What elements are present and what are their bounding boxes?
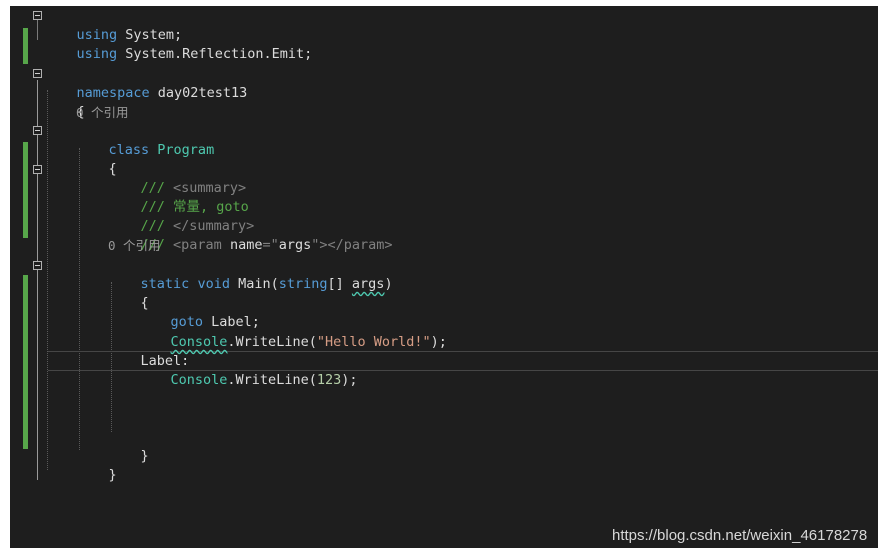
outline-line bbox=[37, 20, 38, 40]
string-literal: "Hello World!" bbox=[316, 334, 431, 350]
code-text: [] bbox=[327, 276, 344, 292]
code-line-main[interactable]: static void Main(string[] args) bbox=[108, 256, 393, 292]
code-line-1[interactable]: using System; bbox=[44, 7, 183, 43]
code-line-brace[interactable]: { bbox=[76, 141, 117, 177]
code-line-2[interactable]: using System.Reflection.Emit; bbox=[44, 26, 313, 62]
collapse-toggle[interactable] bbox=[33, 126, 42, 135]
xml-attr: name bbox=[229, 237, 263, 253]
doc-comment-line[interactable]: /// <param name="args"></param> bbox=[108, 217, 393, 253]
xml-eq: =" bbox=[262, 237, 279, 253]
code-text: day02test13 bbox=[149, 85, 248, 101]
code-text: System.Reflection.Emit; bbox=[117, 46, 313, 62]
doc-comment-line[interactable]: /// <summary> bbox=[108, 160, 247, 196]
code-text: } bbox=[108, 467, 117, 483]
param-name: args bbox=[351, 276, 385, 292]
code-line-brace[interactable]: { bbox=[44, 84, 85, 120]
code-line-class[interactable]: class Program bbox=[76, 122, 215, 158]
collapse-toggle[interactable] bbox=[33, 69, 42, 78]
change-marker bbox=[23, 142, 28, 238]
code-editor[interactable]: using System; using System.Reflection.Em… bbox=[10, 6, 878, 488]
watermark: https://blog.csdn.net/weixin_46178278 bbox=[612, 527, 868, 544]
keyword: void bbox=[197, 276, 230, 292]
class-name: Console bbox=[170, 372, 228, 388]
code-text: ); bbox=[341, 372, 358, 388]
code-text: ) bbox=[384, 276, 393, 292]
keyword: using bbox=[76, 46, 118, 62]
class-name: Program bbox=[157, 142, 215, 158]
code-line-brace[interactable]: } bbox=[76, 447, 117, 483]
code-line-label[interactable]: Label: bbox=[108, 333, 190, 369]
codelens-references[interactable]: 0 个引用 bbox=[76, 103, 129, 122]
doc-comment-line[interactable]: /// </summary> bbox=[108, 198, 255, 234]
indent-guide bbox=[47, 90, 48, 470]
code-line-brace[interactable]: } bbox=[44, 467, 85, 488]
doc-comment-line[interactable]: /// 常量, goto bbox=[108, 179, 249, 215]
codelens-references[interactable]: 0 个引用 bbox=[108, 236, 161, 255]
code-line-goto[interactable]: goto Label; bbox=[138, 294, 260, 330]
collapse-toggle[interactable] bbox=[33, 261, 42, 270]
change-marker bbox=[23, 275, 28, 449]
collapse-toggle[interactable] bbox=[33, 165, 42, 174]
keyword: string bbox=[278, 276, 328, 292]
code-line-namespace[interactable]: namespace day02test13 bbox=[44, 65, 248, 101]
collapse-toggle[interactable] bbox=[33, 11, 42, 20]
method-call: .WriteLine( bbox=[227, 334, 317, 350]
outline-line bbox=[37, 80, 38, 480]
keyword: namespace bbox=[76, 85, 150, 101]
code-line-brace[interactable]: { bbox=[108, 275, 149, 311]
method-name: Main( bbox=[238, 276, 279, 292]
method-call: .WriteLine( bbox=[227, 372, 317, 388]
number-literal: 123 bbox=[316, 372, 342, 388]
code-text: } bbox=[140, 448, 149, 464]
code-line-writeline[interactable]: Console.WriteLine("Hello World!"); bbox=[138, 314, 447, 350]
xml-tag: <param bbox=[173, 237, 230, 253]
xml-attr-value: args bbox=[278, 237, 312, 253]
code-line-writeline[interactable]: Console.WriteLine(123); bbox=[138, 352, 358, 388]
xml-tag: ></param> bbox=[319, 237, 393, 253]
code-text: ); bbox=[430, 334, 447, 350]
code-line-brace[interactable]: } bbox=[108, 428, 149, 464]
change-marker bbox=[23, 28, 28, 64]
